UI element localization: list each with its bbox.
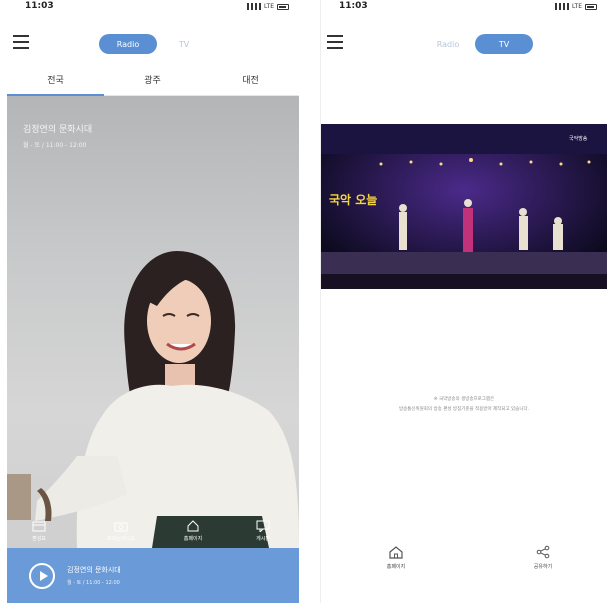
status-bar: 11:03 LTE: [7, 0, 299, 16]
signal-icon: [247, 3, 262, 10]
video-frame: 국악 오늘 국악방송: [321, 124, 607, 289]
tab-daejeon[interactable]: 대전: [202, 62, 299, 96]
homepage-label: 홈페이지: [386, 564, 406, 570]
board-button[interactable]: 게시판: [243, 520, 283, 542]
player-time: 월 - 토 / 11:00 - 12:00: [67, 580, 120, 586]
tv-video-player[interactable]: 국악 오늘 국악방송: [321, 124, 607, 289]
board-label: 게시판: [256, 536, 270, 542]
video-channel-logo: 국악방송: [569, 135, 588, 142]
homepage-button[interactable]: 홈페이지: [173, 520, 213, 542]
battery-icon: [277, 3, 289, 10]
screenshot-canvas: 11:03 LTE Radio TV 전국 광주 대전 김정연의 문화시대 월 …: [0, 0, 607, 603]
play-icon[interactable]: [29, 563, 55, 589]
visible-radio-button[interactable]: 보이는라디오: [101, 520, 141, 542]
menu-icon[interactable]: [327, 35, 343, 49]
schedule-label: 편성표: [32, 536, 46, 542]
tab-gwangju[interactable]: 광주: [104, 62, 201, 96]
app-header: Radio TV: [321, 30, 607, 58]
battery-icon: [585, 3, 597, 10]
broadcast-notice-line2: 방송통신위원회의 방송 편성 방침기준을 적용받아 제작되고 있습니다.: [398, 407, 530, 412]
mode-switch: Radio TV: [99, 34, 219, 54]
menu-icon[interactable]: [13, 35, 29, 49]
status-time: 11:03: [25, 1, 54, 11]
camera-icon: [114, 522, 128, 532]
tv-toggle[interactable]: TV: [155, 34, 213, 54]
broadcast-notice-line1: ※ 국악방송의 생방송프로그램은: [433, 397, 495, 402]
player-title: 김정연의 문화시대: [67, 566, 121, 574]
program-actions: 편성표 보이는라디오 홈페이지 게시판: [7, 510, 299, 542]
visible-radio-label: 보이는라디오: [107, 536, 135, 542]
share-label: 공유하기: [533, 564, 553, 570]
schedule-button[interactable]: 편성표: [19, 520, 59, 542]
video-title-script: 국악 오늘: [329, 193, 377, 207]
app-header: Radio TV: [7, 30, 299, 58]
homepage-label: 홈페이지: [183, 536, 203, 542]
signal-icon: [555, 3, 570, 10]
share-button[interactable]: 공유하기: [523, 545, 563, 570]
radio-toggle[interactable]: Radio: [419, 34, 477, 54]
now-playing-bar: 김정연의 문화시대 월 - 토 / 11:00 - 12:00: [7, 548, 299, 603]
program-title: 김정연의 문화시대: [23, 125, 93, 135]
share-icon: [536, 545, 550, 559]
status-icons: LTE: [247, 3, 289, 10]
homepage-button[interactable]: 홈페이지: [376, 545, 416, 570]
network-type: LTE: [264, 3, 274, 10]
status-bar: 11:03 LTE: [321, 0, 607, 16]
program-air-time: 월 - 토 / 11:00 - 12:00: [23, 142, 87, 149]
status-time: 11:03: [339, 1, 368, 11]
status-icons: LTE: [555, 3, 597, 10]
calendar-icon: [32, 521, 46, 532]
tab-national[interactable]: 전국: [7, 62, 104, 97]
radio-screen: 11:03 LTE Radio TV 전국 광주 대전 김정연의 문화시대 월 …: [7, 0, 299, 603]
tv-toggle[interactable]: TV: [475, 34, 533, 54]
network-type: LTE: [572, 3, 582, 10]
region-tabs: 전국 광주 대전: [7, 62, 299, 97]
radio-toggle[interactable]: Radio: [99, 34, 157, 54]
home-icon: [389, 546, 403, 559]
home-icon: [187, 520, 199, 532]
tv-screen: 11:03 LTE Radio TV 국악 오늘 국악방송 ※ 국악방송의 생방…: [320, 0, 607, 603]
message-icon: [256, 520, 270, 532]
host-photo: [7, 251, 299, 548]
program-hero: 김정연의 문화시대 월 - 토 / 11:00 - 12:00 편성표 보이는라…: [7, 96, 299, 548]
mode-switch: Radio TV: [419, 34, 539, 54]
